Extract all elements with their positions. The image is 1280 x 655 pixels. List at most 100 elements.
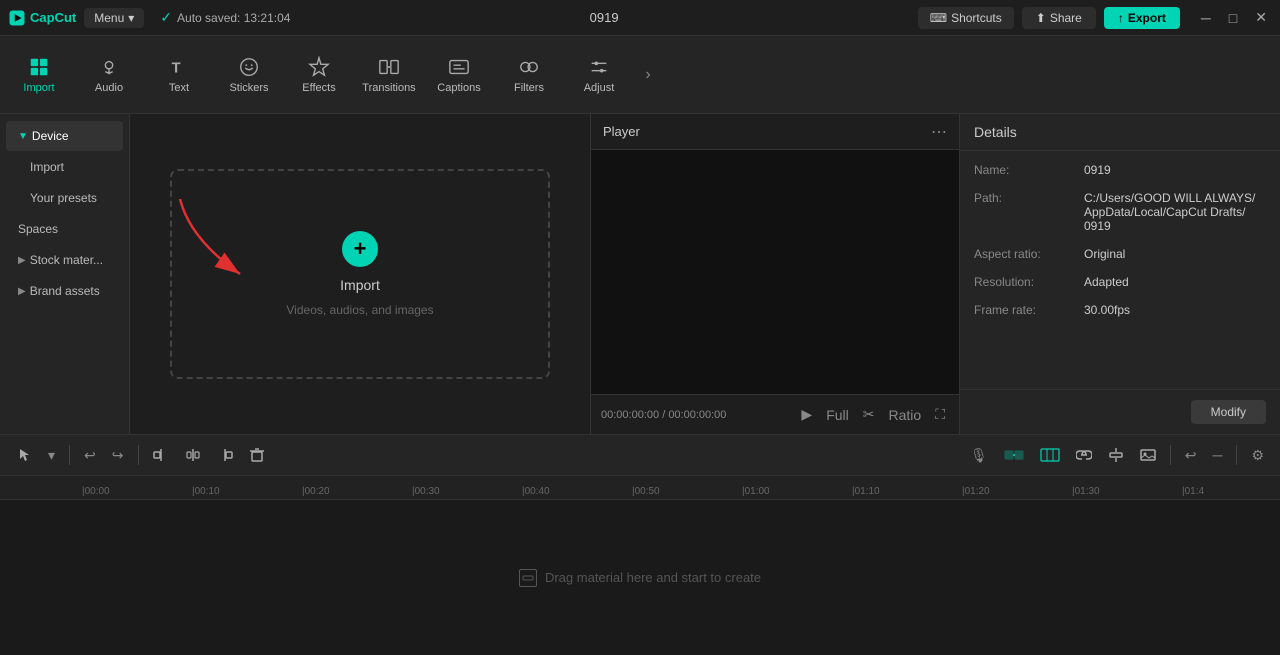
detail-value-resolution: Adapted	[1084, 275, 1266, 289]
details-panel: Details Name: 0919 Path: C:/Users/GOOD W…	[960, 114, 1280, 434]
redo-button[interactable]: ↪	[106, 443, 130, 468]
sidebar-item-brand-assets[interactable]: ▶ Brand assets	[6, 276, 123, 306]
clip-manage-button[interactable]	[1034, 444, 1066, 466]
resize-icon	[1108, 447, 1124, 463]
player-timecode: 00:00:00:00 / 00:00:00:00	[601, 409, 726, 421]
details-body: Name: 0919 Path: C:/Users/GOOD WILL ALWA…	[960, 151, 1280, 389]
detail-label-resolution: Resolution:	[974, 275, 1084, 289]
resize-button[interactable]	[1102, 443, 1130, 467]
import-drop-area: + Import Videos, audios, and images	[130, 114, 590, 434]
undo-button[interactable]: ↩	[78, 443, 102, 468]
arrow-icon: ▼	[18, 131, 28, 142]
captions-icon	[448, 56, 470, 78]
ruler-mark: |00:30	[410, 487, 520, 499]
split-left-button[interactable]	[147, 443, 175, 467]
fullscreen-button[interactable]: Full	[822, 405, 853, 425]
toolbar-expand-button[interactable]: ›	[634, 40, 662, 110]
clip-manage-icon	[1040, 448, 1060, 462]
ruler-mark: |01:10	[850, 487, 960, 499]
title-bar: CapCut Menu ▾ ✓ Auto saved: 13:21:04 091…	[0, 0, 1280, 36]
import-label: Import	[340, 277, 380, 293]
ruler-marks-container: |00:00|00:10|00:20|00:30|00:40|00:50|01:…	[0, 476, 1280, 499]
play-button[interactable]: ▶	[797, 404, 816, 425]
toolbar-import[interactable]: Import	[4, 40, 74, 110]
drag-hint: Drag material here and start to create	[519, 569, 761, 587]
toolbar-separator-3	[1170, 445, 1171, 465]
maximize-button[interactable]: □	[1224, 8, 1242, 28]
detail-row-path: Path: C:/Users/GOOD WILL ALWAYS/ AppData…	[974, 191, 1266, 233]
split-button[interactable]	[179, 443, 207, 467]
sidebar-item-device[interactable]: ▼ Device	[6, 121, 123, 151]
delete-button[interactable]	[243, 443, 271, 467]
select-tool-button[interactable]	[10, 443, 38, 467]
split-left-icon	[153, 447, 169, 463]
import-button[interactable]: + Import Videos, audios, and images	[170, 169, 550, 379]
toolbar-captions[interactable]: Captions	[424, 40, 494, 110]
toolbar-stickers[interactable]: Stickers	[214, 40, 284, 110]
minimize-button[interactable]: ─	[1196, 8, 1216, 28]
text-icon: T	[168, 56, 190, 78]
split-right-icon	[217, 447, 233, 463]
effects-icon	[308, 56, 330, 78]
sidebar-item-spaces[interactable]: Spaces	[6, 214, 123, 244]
title-actions: ⌨ Shortcuts ⬆ Share ↑ Export	[918, 7, 1180, 29]
import-plus-icon: +	[342, 231, 378, 267]
export-button[interactable]: ↑ Export	[1104, 7, 1180, 29]
link-audio-button[interactable]	[998, 444, 1030, 466]
timeline-ruler: |00:00|00:10|00:20|00:30|00:40|00:50|01:…	[0, 476, 1280, 500]
transitions-icon	[378, 56, 400, 78]
close-button[interactable]: ✕	[1250, 7, 1272, 28]
detail-label-name: Name:	[974, 163, 1084, 177]
detail-value-path: C:/Users/GOOD WILL ALWAYS/ AppData/Local…	[1084, 191, 1266, 233]
share-icon: ⬆	[1036, 11, 1046, 25]
toolbar-audio[interactable]: Audio	[74, 40, 144, 110]
ratio-button[interactable]: Ratio	[885, 405, 926, 425]
details-footer: Modify	[960, 389, 1280, 434]
toolbar-filters[interactable]: Filters	[494, 40, 564, 110]
arrow-icon: ▶	[18, 286, 26, 297]
player-panel: Player ⋯ 00:00:00:00 / 00:00:00:00 ▶ Ful…	[590, 114, 960, 434]
detail-value-name: 0919	[1084, 163, 1266, 177]
timeline-right-buttons: 🎙	[964, 443, 1270, 468]
arrow-icon: ▶	[18, 255, 26, 266]
toolbar-transitions[interactable]: Transitions	[354, 40, 424, 110]
settings-button[interactable]: ⚙	[1245, 443, 1270, 468]
undo-history-button[interactable]: ↩	[1179, 443, 1203, 468]
drag-symbol-icon	[522, 572, 534, 584]
sidebar-item-your-presets[interactable]: Your presets	[6, 183, 123, 213]
link-icon	[1076, 447, 1092, 463]
link-button[interactable]	[1070, 443, 1098, 467]
detail-row-resolution: Resolution: Adapted	[974, 275, 1266, 289]
select-chevron-button[interactable]: ▾	[42, 443, 61, 468]
toolbar-text[interactable]: T Text	[144, 40, 214, 110]
ruler-mark: |00:40	[520, 487, 630, 499]
menu-chevron-icon: ▾	[128, 11, 134, 25]
toolbar-adjust[interactable]: Adjust	[564, 40, 634, 110]
toolbar-effects[interactable]: Effects	[284, 40, 354, 110]
cursor-icon	[16, 447, 32, 463]
detail-value-aspect: Original	[1084, 247, 1266, 261]
link-audio-icon	[1004, 448, 1024, 462]
split-right-button[interactable]	[211, 443, 239, 467]
player-menu-icon[interactable]: ⋯	[931, 122, 947, 142]
modify-button[interactable]: Modify	[1191, 400, 1266, 424]
menu-button[interactable]: Menu ▾	[84, 8, 144, 28]
fit-button[interactable]: ⛶	[931, 404, 949, 425]
timeline-toolbar: ▾ ↩ ↪ 🎙	[0, 434, 1280, 476]
ruler-mark: |00:20	[300, 487, 410, 499]
ruler-mark: |01:00	[740, 487, 850, 499]
shortcuts-button[interactable]: ⌨ Shortcuts	[918, 7, 1014, 29]
mic-button[interactable]: 🎙	[964, 443, 994, 468]
crop-button[interactable]: ✂	[859, 404, 879, 425]
image-button[interactable]	[1134, 443, 1162, 467]
sidebar-item-import[interactable]: Import	[6, 152, 123, 182]
details-title: Details	[960, 114, 1280, 151]
ruler-mark: |00:50	[630, 487, 740, 499]
minus-zoom-button[interactable]: ─	[1207, 443, 1229, 467]
detail-row-aspect: Aspect ratio: Original	[974, 247, 1266, 261]
export-icon: ↑	[1118, 11, 1124, 25]
sidebar-item-stock-material[interactable]: ▶ Stock mater...	[6, 245, 123, 275]
share-button[interactable]: ⬆ Share	[1022, 7, 1096, 29]
svg-text:T: T	[172, 60, 181, 76]
ruler-mark: |00:10	[190, 487, 300, 499]
